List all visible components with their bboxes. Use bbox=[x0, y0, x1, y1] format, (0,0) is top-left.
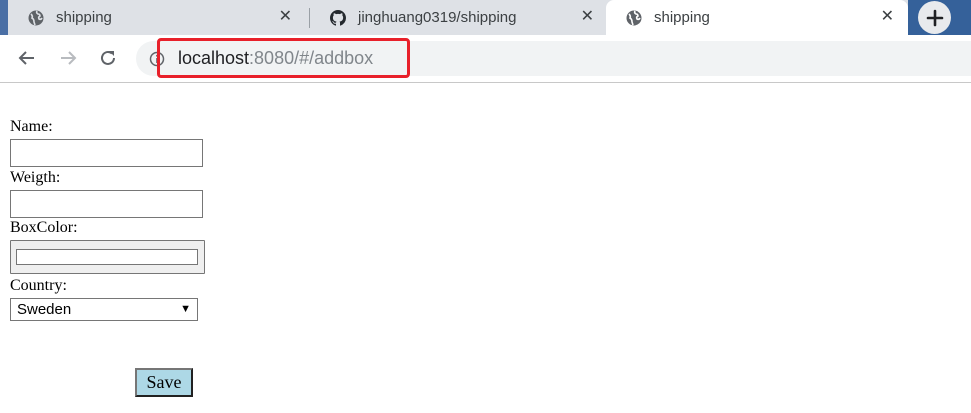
reload-icon bbox=[101, 50, 115, 65]
arrow-right-icon bbox=[61, 51, 77, 65]
save-button[interactable]: Save bbox=[135, 368, 193, 397]
back-button[interactable] bbox=[14, 45, 40, 71]
tab-shipping-active[interactable]: shipping ✕ bbox=[606, 0, 908, 35]
name-input[interactable] bbox=[10, 139, 203, 167]
browser-toolbar: localhost:8080/#/addbox bbox=[0, 35, 971, 83]
globe-icon bbox=[28, 10, 44, 25]
new-tab-button[interactable] bbox=[918, 1, 951, 34]
tab-title: jinghuang0319/shipping bbox=[358, 9, 517, 26]
dropdown-arrow-icon: ▼ bbox=[180, 303, 191, 315]
name-label: Name: bbox=[10, 118, 53, 135]
country-select[interactable]: Sweden ▼ bbox=[10, 298, 198, 321]
globe-icon bbox=[626, 10, 642, 25]
tab-strip: shipping ✕ jinghuang0319/shipping ✕ ship… bbox=[0, 0, 971, 35]
boxcolor-label: BoxColor: bbox=[10, 219, 78, 236]
color-swatch bbox=[16, 249, 198, 265]
tabstrip-edge bbox=[0, 0, 8, 35]
arrow-left-icon bbox=[18, 51, 34, 65]
tab-title: shipping bbox=[654, 9, 710, 26]
weight-label: Weigth: bbox=[10, 169, 61, 186]
tab-github[interactable]: jinghuang0319/shipping ✕ bbox=[310, 0, 608, 35]
weight-input[interactable] bbox=[10, 190, 203, 218]
tab-title: shipping bbox=[56, 9, 112, 26]
boxcolor-picker[interactable] bbox=[10, 240, 205, 274]
close-icon[interactable]: ✕ bbox=[581, 8, 594, 26]
github-icon bbox=[330, 9, 346, 26]
country-label: Country: bbox=[10, 277, 67, 294]
forward-button[interactable] bbox=[55, 45, 81, 71]
close-icon[interactable]: ✕ bbox=[881, 8, 894, 26]
close-icon[interactable]: ✕ bbox=[279, 8, 292, 26]
url-highlight-box bbox=[157, 38, 410, 78]
country-selected-value: Sweden bbox=[17, 301, 72, 318]
reload-button[interactable] bbox=[95, 45, 121, 71]
plus-icon bbox=[926, 9, 943, 26]
tab-shipping-1[interactable]: shipping ✕ bbox=[8, 0, 306, 35]
